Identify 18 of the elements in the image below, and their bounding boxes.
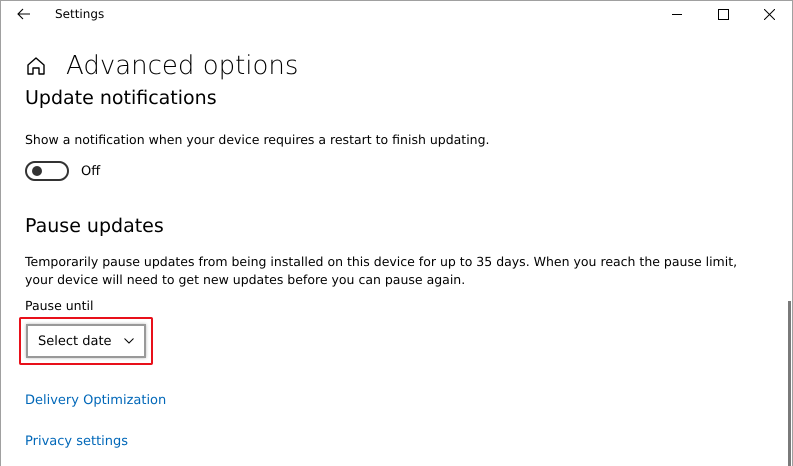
- settings-link[interactable]: Privacy settings: [25, 434, 128, 449]
- chevron-icon: [124, 338, 134, 344]
- section-heading: Pause updates: [25, 215, 165, 237]
- toggle-label: Off: [81, 164, 100, 178]
- maximize-icon[interactable]: [718, 8, 728, 20]
- page-title: Advanced options: [66, 51, 298, 81]
- section-heading: Update notifications: [25, 87, 218, 109]
- scrollbar[interactable]: [788, 301, 791, 466]
- field-label: Pause until: [25, 297, 94, 315]
- section-description: Show a notification when your device requires a restart to finish updating.: [25, 131, 491, 149]
- home-icon[interactable]: [26, 56, 46, 76]
- toggle-switch[interactable]: [25, 161, 69, 181]
- close-icon[interactable]: [764, 8, 774, 20]
- section-description: Temporarily pause updates from being installed on this device for up to 35 days. When you reach the pause limit, your device will need to get new updates before you can pause again.: [25, 253, 738, 289]
- back-arrow-icon[interactable]: [17, 8, 31, 20]
- settings-link[interactable]: Delivery Optimization: [25, 393, 166, 408]
- date-dropdown[interactable]: Select date: [26, 324, 146, 358]
- window-title: Settings: [55, 7, 106, 21]
